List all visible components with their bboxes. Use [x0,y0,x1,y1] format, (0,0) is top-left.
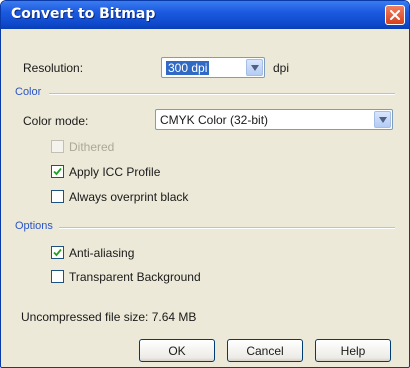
overprint-black-checkbox[interactable] [51,190,64,203]
color-mode-label: Color mode: [23,114,89,128]
apply-icc-checkbox[interactable] [51,165,64,178]
apply-icc-label: Apply ICC Profile [69,165,161,179]
title-bar[interactable]: Convert to Bitmap [1,1,409,29]
chevron-down-icon [378,116,387,123]
color-mode-dropdown-button[interactable] [374,111,391,128]
options-section-title: Options [15,220,53,232]
transparent-background-label: Transparent Background [69,270,201,284]
resolution-value: 300 dpi [166,61,210,75]
file-size-text: Uncompressed file size: 7.64 MB [21,310,197,324]
checkmark-icon [53,167,62,176]
options-section-divider [59,227,395,229]
resolution-dropdown-button[interactable] [246,59,263,76]
resolution-combo[interactable]: 300 dpi [161,57,265,78]
close-icon [390,10,400,20]
color-section-title: Color [15,86,42,98]
resolution-label: Resolution: [23,61,84,75]
cancel-button[interactable]: Cancel [227,339,303,362]
dithered-checkbox[interactable] [51,140,64,153]
anti-aliasing-checkbox[interactable] [51,246,64,259]
color-mode-value: CMYK Color (32-bit) [160,113,269,127]
close-button[interactable] [385,5,405,25]
checkmark-icon [53,248,62,257]
color-mode-combo[interactable]: CMYK Color (32-bit) [155,109,393,130]
dithered-label: Dithered [69,140,115,154]
chevron-down-icon [250,64,259,71]
ok-button[interactable]: OK [139,339,215,362]
overprint-black-label: Always overprint black [69,190,189,204]
color-section-divider [49,93,395,95]
help-button[interactable]: Help [315,339,391,362]
dialog-title: Convert to Bitmap [11,6,156,22]
dpi-unit-label: dpi [273,61,290,75]
anti-aliasing-label: Anti-aliasing [69,246,135,260]
transparent-background-checkbox[interactable] [51,270,64,283]
convert-to-bitmap-dialog: Convert to Bitmap Resolution: 300 dpi dp… [0,0,410,368]
